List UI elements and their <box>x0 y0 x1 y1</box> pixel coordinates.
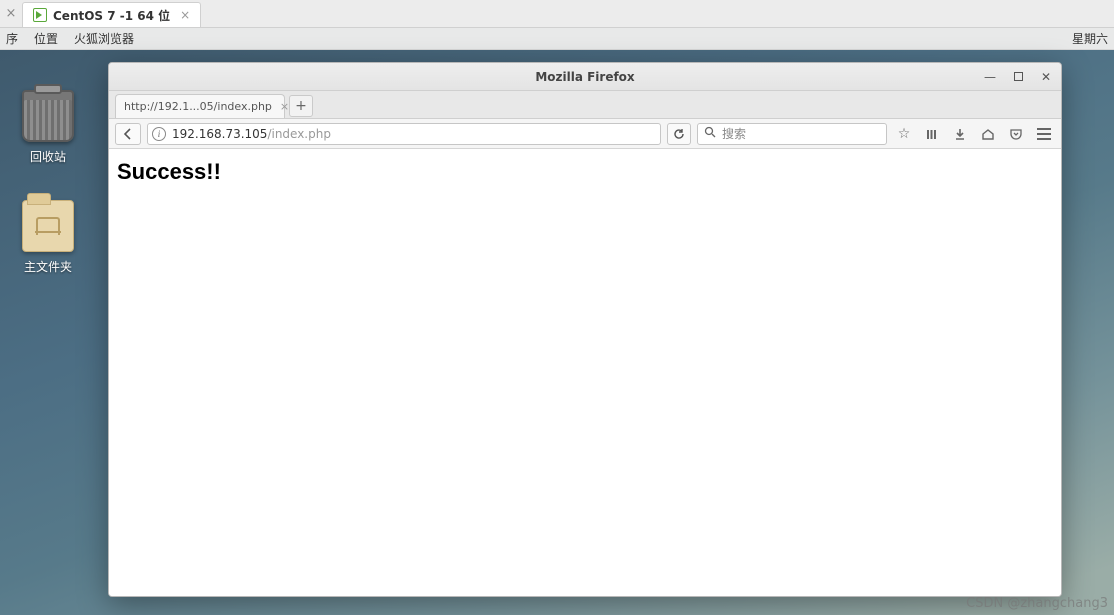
browser-tab-label: http://192.1...05/index.php <box>124 100 272 113</box>
pocket-button[interactable] <box>1005 123 1027 145</box>
reload-button[interactable] <box>667 123 691 145</box>
desktop-icon-trash[interactable]: 回收站 <box>8 90 88 165</box>
site-info-icon[interactable]: i <box>152 127 166 141</box>
url-host: 192.168.73.105 <box>172 127 267 141</box>
trash-icon <box>22 90 74 142</box>
library-button[interactable] <box>921 123 943 145</box>
firefox-window-title: Mozilla Firefox <box>535 70 634 84</box>
reload-icon <box>673 128 685 140</box>
bookmark-star-button[interactable]: ☆ <box>893 123 915 145</box>
window-maximize-button[interactable] <box>1009 68 1027 86</box>
downloads-button[interactable] <box>949 123 971 145</box>
firefox-tabstrip: http://192.1...05/index.php × + <box>109 91 1061 119</box>
vm-play-icon <box>33 8 47 22</box>
menu-button[interactable] <box>1033 123 1055 145</box>
host-tab-close-left[interactable]: × <box>0 0 22 27</box>
page-heading: Success!! <box>117 159 1053 185</box>
pocket-icon <box>1009 127 1023 141</box>
url-path: /index.php <box>267 127 331 141</box>
firefox-window: Mozilla Firefox — ✕ http://192.1...05/in… <box>108 62 1062 597</box>
library-icon <box>925 127 939 141</box>
search-placeholder: 搜索 <box>722 125 746 142</box>
hamburger-icon <box>1037 128 1051 140</box>
firefox-titlebar[interactable]: Mozilla Firefox — ✕ <box>109 63 1061 91</box>
star-icon: ☆ <box>898 126 911 142</box>
search-bar[interactable]: 搜索 <box>697 123 887 145</box>
desktop-icon-home[interactable]: 主文件夹 <box>8 200 88 275</box>
host-vm-tab-label: CentOS 7 -1 64 位 <box>53 7 170 24</box>
home-icon <box>981 127 995 141</box>
home-folder-icon <box>22 200 74 252</box>
host-vm-tab[interactable]: CentOS 7 -1 64 位 × <box>22 2 201 27</box>
back-button[interactable] <box>115 123 141 145</box>
search-icon <box>704 126 716 141</box>
desktop-icon-trash-label: 回收站 <box>8 148 88 165</box>
clock-day[interactable]: 星期六 <box>1072 30 1108 47</box>
download-icon <box>953 127 967 141</box>
desktop[interactable]: 回收站 主文件夹 Mozilla Firefox — ✕ http://192.… <box>0 50 1114 615</box>
firefox-toolbar: i 192.168.73.105/index.php 搜索 ☆ <box>109 119 1061 149</box>
window-minimize-button[interactable]: — <box>981 68 999 86</box>
menu-item-places[interactable]: 位置 <box>34 30 58 47</box>
host-tabbar: × CentOS 7 -1 64 位 × <box>0 0 1114 28</box>
desktop-icon-home-label: 主文件夹 <box>8 258 88 275</box>
window-close-button[interactable]: ✕ <box>1037 68 1055 86</box>
guest-menubar: 序 位置 火狐浏览器 星期六 <box>0 28 1114 50</box>
new-tab-button[interactable]: + <box>289 95 313 117</box>
maximize-icon <box>1014 72 1023 81</box>
browser-tab-close[interactable]: × <box>280 100 289 113</box>
home-button[interactable] <box>977 123 999 145</box>
host-vm-tab-close[interactable]: × <box>180 8 190 22</box>
browser-tab[interactable]: http://192.1...05/index.php × <box>115 94 285 118</box>
url-bar[interactable]: i 192.168.73.105/index.php <box>147 123 661 145</box>
page-content: Success!! <box>109 149 1061 596</box>
arrow-left-icon <box>122 128 134 140</box>
watermark: CSDN @zhangchang3 <box>966 596 1108 611</box>
menu-item-firefox[interactable]: 火狐浏览器 <box>74 30 134 47</box>
menu-item-apps[interactable]: 序 <box>6 30 18 47</box>
